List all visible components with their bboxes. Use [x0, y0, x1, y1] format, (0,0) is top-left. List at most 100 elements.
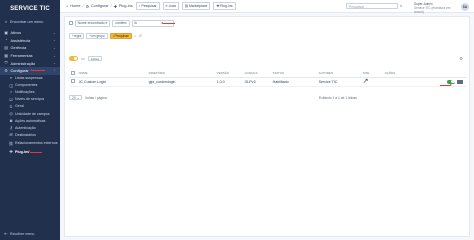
sidebar-item-assistencia[interactable]: ◔ Assistência ⌄ — [0, 37, 60, 45]
sidebar-subitem-destinatarios[interactable]: ✉ Destinatários — [0, 131, 60, 138]
plugin-authors: Service TIC — [316, 77, 361, 87]
plugin-name[interactable]: JC Custom Login — [76, 77, 147, 87]
search-button[interactable]: ⌕ Pesquisar — [135, 2, 160, 10]
global-search-input[interactable]: Pesquisar — [346, 3, 398, 9]
sidebar-item-gerencia[interactable]: ▤ Gerência ⌄ — [0, 44, 60, 52]
plugins-button-label: Plug-ins — [220, 4, 233, 8]
list-icon: ≡ — [165, 4, 168, 8]
actions-button[interactable]: Ações — [87, 56, 103, 61]
column-header[interactable]: SITE — [360, 70, 383, 78]
collapse-menu-button[interactable]: ⇤ Recolher menu — [4, 231, 35, 237]
sidebar-subitem-componentes[interactable]: ◫ Componentes — [0, 82, 60, 89]
criteria-operator-select[interactable]: contém — [112, 20, 130, 27]
breadcrumb-configurar[interactable]: Configurar — [91, 4, 109, 8]
sidebar-subitem-notificacoes[interactable]: ◖ Notificações — [0, 89, 60, 96]
sidebar-item-label: Ativos — [10, 30, 22, 36]
pagination-bar: 20 ⌄ linhas / página Exibindo 1 a 1 de 1 … — [69, 95, 467, 100]
brand-logo[interactable]: SERVICE TIC — [0, 0, 60, 17]
sidebar-subitem-listas[interactable]: ≡ Listas suspensas — [0, 75, 60, 82]
search-criteria-row: Nome encontrado e contém ik — [69, 20, 174, 27]
sidebar-subitem-niveis[interactable]: ☑ Níveis de serviços — [0, 96, 60, 103]
bell-icon: ◖ — [9, 90, 13, 95]
sidebar-item-label: Administração — [10, 60, 36, 66]
breadcrumb-home[interactable]: Home — [70, 4, 80, 8]
menu-search[interactable]: ⌕ Encontrar um menu — [4, 19, 56, 25]
highlight-arrow — [28, 150, 42, 153]
per-page-label: linhas / página — [85, 95, 107, 100]
plugin-actions-cell — [382, 77, 467, 87]
sidebar-subitem-acoes[interactable]: ◙ Ações automáticas — [0, 117, 60, 124]
sidebar-item-ferramentas[interactable]: ▦ Ferramentas ⌄ — [0, 52, 60, 60]
row-checkbox[interactable] — [71, 79, 75, 83]
home-icon[interactable]: ⌂ — [66, 4, 68, 8]
chevron-down-icon: ⌄ — [52, 53, 56, 58]
per-page-select[interactable]: 20 ⌄ — [69, 95, 83, 100]
column-header[interactable]: LICENÇA — [242, 70, 271, 78]
plugin-directory: glpi_customlogin — [146, 77, 215, 87]
avatar[interactable]: SA — [461, 2, 469, 11]
reset-icon[interactable]: ↺ — [139, 34, 142, 38]
sidebar-item-ativos[interactable]: ▣ Ativos ⌄ — [0, 29, 60, 37]
plugins-button[interactable]: ✚ Plug-ins — [213, 2, 236, 10]
add-group-button[interactable]: + um grupo — [86, 33, 108, 39]
plugins-table: NOME DIRETÓRIO VERSÃO LICENÇA STATUS AUT… — [69, 70, 467, 87]
list-icon: ≡ — [9, 76, 13, 81]
breadcrumb-separator: / — [82, 4, 84, 8]
sidebar: SERVICE TIC ⌕ Encontrar um menu ▣ Ativos… — [0, 0, 60, 240]
sidebar-item-administracao[interactable]: ⛉ Administração ⌄ — [0, 59, 60, 67]
column-header[interactable]: VERSÃO — [214, 70, 243, 78]
search-icon[interactable]: ⌕ — [400, 3, 402, 8]
search-icon: ⌕ — [4, 20, 8, 24]
breadcrumb: ⌂ Home / ⚙ Configurar / ✚ Plug-ins — [66, 4, 133, 9]
add-rule-label: regra — [73, 33, 82, 38]
column-header[interactable]: STATUS — [270, 70, 317, 78]
columns-icon[interactable]: ▭ — [81, 56, 85, 61]
link-icon: ⛓ — [8, 141, 14, 146]
marketplace-button-label: Marketplace — [188, 4, 208, 8]
sidebar-subitem-autenticacao[interactable]: ⚷ Autenticação — [0, 124, 60, 131]
list-button[interactable]: ≡ Lista — [162, 2, 179, 10]
massive-actions-toggle[interactable] — [69, 56, 78, 61]
settings-icon[interactable]: ⚙ — [459, 56, 463, 61]
sidebar-subitem-plugins[interactable]: ✚ Plug-ins — [0, 148, 60, 155]
header-checkbox-cell — [69, 70, 77, 78]
briefcase-icon: ▦ — [4, 54, 8, 59]
table-header-row: NOME DIRETÓRIO VERSÃO LICENÇA STATUS AUT… — [69, 70, 467, 78]
subitem-label: Níveis de serviços — [15, 97, 45, 102]
puzzle-icon: ✚ — [9, 150, 13, 155]
fingerprint-icon: ◎ — [9, 112, 13, 117]
search-submit-button[interactable]: ⌕ Pesquisar — [109, 33, 132, 39]
collapse-icon: ⇤ — [4, 232, 8, 236]
external-link-icon[interactable]: ↗ — [363, 78, 369, 85]
star-icon[interactable]: ☆ — [134, 34, 137, 38]
components-icon: ◫ — [9, 83, 13, 88]
sidebar-subitem-relacionamentos[interactable]: ⛓ Relacionamentos externos — [0, 138, 60, 148]
collapse-label: Recolher menu — [10, 231, 35, 236]
column-header[interactable]: NOME — [76, 70, 147, 78]
subitem-label: Relacionamentos externos — [15, 141, 58, 146]
gear-icon: ⚙ — [4, 69, 8, 74]
criteria-field-select[interactable]: Nome encontrado e — [74, 20, 111, 27]
criteria-checkbox[interactable] — [69, 21, 73, 26]
column-header[interactable]: AUTORES — [316, 70, 361, 78]
subitem-label: Componentes — [15, 83, 38, 88]
highlight-arrow — [161, 21, 175, 24]
plugin-version: 1.0.0 — [214, 77, 243, 87]
column-header[interactable]: DIRETÓRIO — [146, 70, 215, 78]
sidebar-item-configurar[interactable]: ⚙ Configurar ⌃ — [0, 66, 60, 75]
plugins-panel: Nome encontrado e contém ik + regra + um g… — [64, 16, 470, 237]
select-all-checkbox[interactable] — [71, 71, 75, 75]
list-toolbar: ▭ Ações — [69, 56, 103, 61]
user-info[interactable]: Super-Admin Service TIC (estrutura em ár… — [414, 2, 458, 14]
table-row[interactable]: JC Custom Login glpi_customlogin 1.0.0 G… — [69, 77, 467, 87]
folder-icon[interactable] — [457, 79, 463, 84]
search-submit-label: Pesquisar — [114, 33, 129, 38]
column-header[interactable]: AÇÕES — [382, 70, 467, 78]
sidebar-subitem-unicidade[interactable]: ◎ Unicidade de campos — [0, 110, 60, 117]
highlight-arrow — [440, 83, 452, 86]
breadcrumb-plugins[interactable]: Plug-ins — [119, 4, 133, 8]
add-rule-button[interactable]: + regra — [69, 33, 85, 39]
chevron-down-icon: ⌄ — [52, 61, 56, 66]
marketplace-button[interactable]: ▥ Marketplace — [181, 2, 211, 10]
sidebar-subitem-geral[interactable]: ⚟ Geral — [0, 103, 60, 110]
